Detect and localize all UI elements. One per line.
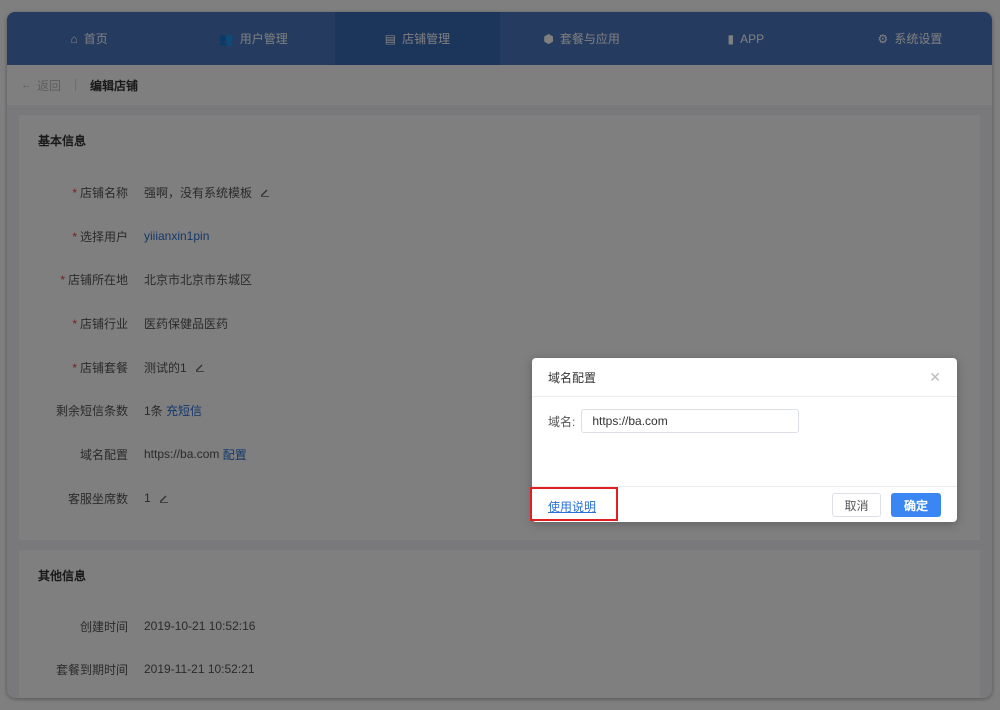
confirm-button[interactable]: 确定 [891,493,941,517]
cancel-button[interactable]: 取消 [832,493,881,517]
highlight-box [530,487,618,521]
domain-input[interactable] [581,409,800,433]
domain-field-label: 域名: [548,414,576,429]
dialog-body: 域名: [548,409,800,433]
close-icon[interactable]: ✕ [929,369,941,386]
modal-overlay[interactable] [0,0,1000,710]
dialog-header: 域名配置 ✕ [532,358,957,397]
dialog-title: 域名配置 [548,370,597,385]
